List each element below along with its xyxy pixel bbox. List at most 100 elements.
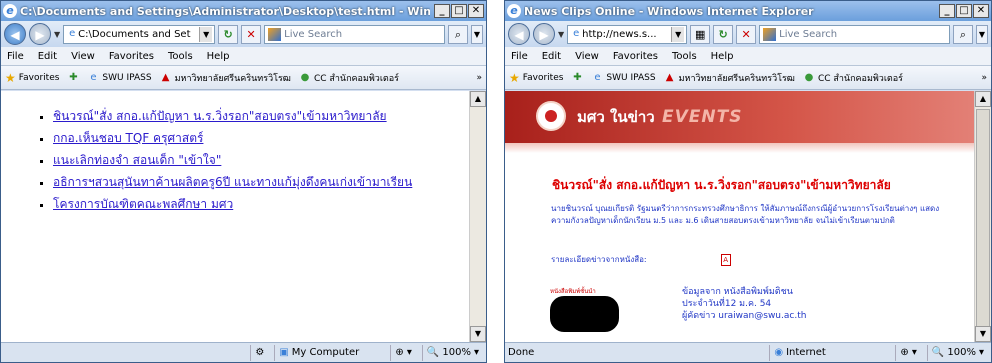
pdf-icon[interactable]: A — [720, 253, 731, 266]
menu-favorites[interactable]: Favorites — [613, 51, 658, 62]
vertical-scrollbar[interactable]: ▲ ▼ — [974, 91, 991, 342]
menu-tools[interactable]: Tools — [168, 51, 193, 62]
maximize-button[interactable]: □ — [956, 4, 972, 18]
page-content: มศว ในข่าว EVENTS ชินวรณ์"สั่ง สกอ.แก้ปั… — [505, 91, 974, 342]
favorites-bar: ★ Favorites ✚ e SWU IPASS ▲ มหาวิทยาลัยศรีน… — [1, 66, 486, 90]
security-status-icon[interactable]: ⊕ ▾ — [895, 344, 921, 361]
search-placeholder: Live Search — [284, 28, 343, 40]
fav-item-swu-ipass[interactable]: e SWU IPASS — [87, 72, 151, 84]
source-editor: ผู้คัดข่าว uraiwan@swu.ac.th — [682, 311, 807, 321]
scroll-up-icon[interactable]: ▲ — [975, 91, 991, 107]
menu-tools[interactable]: Tools — [672, 51, 697, 62]
address-dropdown-icon[interactable]: ▼ — [671, 26, 685, 42]
navigation-bar: ◀ ▶ ▼ e C:\Documents and Set ▼ ↻ ✕ Live … — [1, 21, 486, 47]
add-favorite-icon[interactable]: ✚ — [571, 72, 583, 84]
address-bar[interactable]: e C:\Documents and Set ▼ — [63, 24, 216, 44]
history-dropdown-icon[interactable]: ▼ — [54, 30, 60, 39]
menu-help[interactable]: Help — [207, 51, 230, 62]
minimize-button[interactable]: _ — [939, 4, 955, 18]
page-icon: e — [69, 28, 76, 39]
menu-file[interactable]: File — [511, 51, 528, 62]
computer-icon: ▣ — [279, 347, 289, 358]
stop-icon[interactable]: ✕ — [241, 24, 262, 44]
back-button[interactable]: ◀ — [508, 23, 530, 45]
title-bar[interactable]: e C:\Documents and Settings\Administrato… — [1, 1, 486, 21]
favorites-button[interactable]: ★ Favorites — [509, 71, 563, 85]
maximize-button[interactable]: □ — [451, 4, 467, 18]
menu-favorites[interactable]: Favorites — [109, 51, 154, 62]
ie-window-news: e News Clips Online - Windows Internet E… — [504, 0, 992, 363]
scroll-down-icon[interactable]: ▼ — [975, 326, 991, 342]
fav-item-university[interactable]: ▲ มหาวิทยาลัยศรีนครินทรวิโรฒ — [160, 71, 291, 85]
banner-events: EVENTS — [662, 107, 743, 127]
menu-view[interactable]: View — [71, 51, 95, 62]
news-paragraph: นายชินวรณ์ บุณยเกียรติ รัฐมนตรีว่าการกระ… — [551, 204, 940, 225]
globe-icon: ◉ — [774, 347, 784, 358]
stop-icon[interactable]: ✕ — [736, 24, 757, 44]
scroll-down-icon[interactable]: ▼ — [470, 326, 486, 342]
zoom-control[interactable]: 🔍 100% ▾ — [421, 344, 483, 361]
address-bar[interactable]: e http://news.s... ▼ — [567, 24, 688, 44]
news-link[interactable]: อธิการฯสวนสุนันทาค้านผลิตครู6ปี แนะทางแก… — [53, 175, 412, 189]
menu-edit[interactable]: Edit — [542, 51, 561, 62]
security-status-icon[interactable]: ⊕ ▾ — [390, 344, 416, 361]
forward-button[interactable]: ▶ — [29, 23, 51, 45]
list-item: โครงการบัณฑิตคณะพลศึกษา มศว — [53, 195, 469, 214]
scroll-thumb[interactable] — [976, 109, 990, 337]
ie-icon: e — [3, 4, 17, 18]
news-link[interactable]: กกอ.เห็นชอบ TQF ครุศาสตร์ — [53, 131, 203, 145]
back-button[interactable]: ◀ — [4, 23, 26, 45]
detail-label: รายละเอียดข่าวจากหนังสือ: — [551, 255, 647, 264]
menu-bar: File Edit View Favorites Tools Help — [1, 47, 486, 66]
address-text: http://news.s... — [582, 28, 657, 40]
search-placeholder: Live Search — [779, 28, 838, 40]
search-button[interactable]: ⌕ — [448, 24, 468, 44]
add-favorite-icon[interactable]: ✚ — [67, 72, 79, 84]
news-link[interactable]: โครงการบัณฑิตคณะพลศึกษา มศว — [53, 197, 233, 211]
search-button[interactable]: ⌕ — [953, 24, 973, 44]
chevron-more-icon[interactable]: » — [476, 73, 482, 83]
ie-window-local: e C:\Documents and Settings\Administrato… — [0, 0, 487, 363]
search-input[interactable]: Live Search — [759, 24, 950, 44]
compatibility-icon[interactable]: ▦ — [690, 24, 711, 44]
navigation-bar: ◀ ▶ ▼ e http://news.s... ▼ ▦ ↻ ✕ Live Se… — [505, 21, 991, 47]
page-content: ชินวรณ์"สั่ง สกอ.แก้ปัญหา น.ร.วิ่งรอก"สอ… — [1, 91, 469, 342]
menu-edit[interactable]: Edit — [38, 51, 57, 62]
fav-item-university[interactable]: ▲ มหาวิทยาลัยศรีนครินทรวิโรฒ — [664, 71, 795, 85]
favorites-button[interactable]: ★ Favorites — [5, 71, 59, 85]
refresh-icon[interactable]: ↻ — [713, 24, 734, 44]
source-date: ประจำวันที่12 ม.ค. 54 — [682, 299, 772, 309]
zone-indicator[interactable]: ◉ Internet — [769, 344, 889, 361]
vertical-scrollbar[interactable]: ▲ ▼ — [469, 91, 486, 342]
zoom-control[interactable]: 🔍 100% ▾ — [926, 344, 988, 361]
close-button[interactable]: ✕ — [973, 4, 989, 18]
window-title: News Clips Online - Windows Internet Exp… — [524, 4, 814, 18]
scroll-up-icon[interactable]: ▲ — [470, 91, 486, 107]
university-icon: ▲ — [665, 71, 674, 83]
news-link[interactable]: ชินวรณ์"สั่ง สกอ.แก้ปัญหา น.ร.วิ่งรอก"สอ… — [53, 109, 387, 123]
zone-indicator[interactable]: ▣ My Computer — [274, 344, 384, 361]
menu-help[interactable]: Help — [711, 51, 734, 62]
search-input[interactable]: Live Search — [264, 24, 445, 44]
fav-item-cc[interactable]: ● CC สำนักคอมพิวเตอร์ — [299, 71, 399, 85]
search-options-icon[interactable]: ▼ — [976, 24, 988, 44]
fav-item-cc[interactable]: ● CC สำนักคอมพิวเตอร์ — [803, 71, 903, 85]
history-dropdown-icon[interactable]: ▼ — [558, 30, 564, 39]
chevron-more-icon[interactable]: » — [981, 73, 987, 83]
close-button[interactable]: ✕ — [468, 4, 484, 18]
list-item: แนะเลิกท่องจำ สอนเด็ก "เข้าใจ" — [53, 151, 469, 170]
address-dropdown-icon[interactable]: ▼ — [199, 26, 213, 42]
refresh-icon[interactable]: ↻ — [218, 24, 239, 44]
star-icon: ★ — [509, 70, 520, 85]
forward-button[interactable]: ▶ — [533, 23, 555, 45]
search-options-icon[interactable]: ▼ — [471, 24, 483, 44]
news-banner: มศว ในข่าว EVENTS — [505, 91, 974, 143]
menu-file[interactable]: File — [7, 51, 24, 62]
minimize-button[interactable]: _ — [434, 4, 450, 18]
fav-item-swu-ipass[interactable]: e SWU IPASS — [591, 72, 655, 84]
title-bar[interactable]: e News Clips Online - Windows Internet E… — [505, 1, 991, 21]
menu-view[interactable]: View — [575, 51, 599, 62]
news-link[interactable]: แนะเลิกท่องจำ สอนเด็ก "เข้าใจ" — [53, 153, 221, 167]
window-title: C:\Documents and Settings\Administrator\… — [20, 4, 430, 18]
people-icon: ● — [804, 71, 814, 83]
